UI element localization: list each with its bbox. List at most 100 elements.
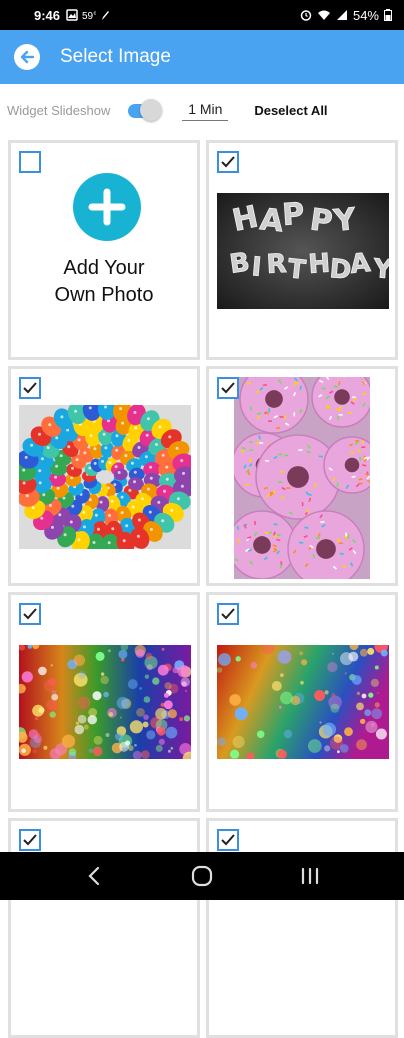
bokeh-dot (140, 750, 150, 759)
balloon-highlight (155, 443, 158, 446)
bokeh-dot (332, 652, 334, 655)
bokeh-dot (344, 727, 353, 737)
checkbox-checked[interactable] (217, 377, 239, 399)
arrow-left-icon (20, 50, 35, 64)
balloon-highlight (38, 432, 41, 436)
balloon-letter: H (307, 249, 331, 280)
bokeh-dot (340, 744, 349, 753)
image-cell-partial-1[interactable] (8, 818, 200, 1038)
image-cell-balloons[interactable] (8, 366, 200, 586)
bokeh-dot (78, 671, 86, 679)
bokeh-dot (177, 665, 190, 678)
bokeh-dot (331, 693, 336, 697)
bokeh-dot (367, 647, 375, 655)
donut-hole (316, 539, 336, 559)
add-photo-cell[interactable]: Add Your Own Photo (8, 140, 200, 360)
balloon-highlight (149, 528, 153, 531)
nav-recents-button[interactable] (290, 856, 330, 896)
balloon-highlight (51, 525, 54, 529)
bokeh-dot (34, 716, 39, 721)
image-cell-birthday[interactable]: HAPPYBIRTHDAY (206, 140, 398, 360)
checkbox-checked[interactable] (217, 603, 239, 625)
sprinkle (338, 413, 343, 416)
bokeh-dot (327, 662, 338, 673)
checkbox-checked[interactable] (19, 829, 41, 851)
checkbox-checked[interactable] (217, 151, 239, 173)
app-bar: Select Image (0, 30, 404, 84)
page-title: Select Image (60, 46, 171, 67)
bokeh-dot (119, 716, 122, 719)
balloon-highlight (144, 455, 148, 459)
balloon-highlight (110, 499, 114, 503)
balloon-highlight (133, 480, 136, 484)
add-photo-button[interactable] (73, 173, 141, 241)
bokeh-dot (163, 700, 173, 710)
balloon-highlight (31, 506, 35, 510)
nav-home-button[interactable] (182, 856, 222, 896)
balloon-highlight (104, 446, 108, 450)
balloon-highlight (40, 457, 44, 461)
battery-icon (384, 9, 392, 21)
bokeh-dot (51, 690, 57, 695)
bokeh-dot (116, 696, 129, 710)
nav-back-button[interactable] (74, 856, 114, 896)
deselect-all-button[interactable]: Deselect All (254, 103, 327, 118)
sprinkle (347, 412, 352, 414)
balloon-highlight (146, 417, 150, 421)
sprinkle (237, 538, 240, 543)
bokeh-dot (256, 730, 265, 739)
balloon-highlight (54, 475, 58, 479)
slideshow-toggle[interactable] (128, 99, 163, 121)
balloon-highlight (55, 436, 59, 440)
bokeh-dot (129, 720, 143, 734)
sprinkle (337, 415, 340, 420)
balloon-highlight (97, 527, 100, 531)
bokeh-dot (21, 671, 33, 683)
bokeh-dot (361, 693, 367, 699)
bokeh-dot (61, 734, 76, 748)
balloon-highlight (40, 516, 44, 520)
bokeh-dot (277, 650, 291, 664)
sprinkle (361, 446, 366, 448)
checkbox-checked[interactable] (19, 377, 41, 399)
balloon-highlight (136, 534, 140, 538)
interval-field[interactable]: 1 Min (182, 99, 229, 121)
balloon-letter: Y (372, 254, 389, 285)
balloon-highlight (140, 497, 144, 501)
balloon-highlight (75, 458, 79, 462)
bokeh-dot (374, 702, 380, 708)
bokeh-dot (32, 749, 38, 754)
bokeh-dot (144, 674, 150, 679)
donut-hole (334, 389, 350, 405)
image-cell-glitter-2[interactable] (206, 592, 398, 812)
bokeh-dot (139, 687, 143, 690)
donut-hole (287, 466, 309, 488)
back-button[interactable] (14, 44, 40, 70)
balloon-highlight (108, 461, 112, 465)
image-cell-glitter-1[interactable] (8, 592, 200, 812)
bokeh-dot (32, 704, 44, 717)
checkbox-checked[interactable] (19, 603, 41, 625)
checkmark-icon (221, 608, 235, 620)
balloon-highlight (120, 495, 124, 499)
balloon-highlight (38, 469, 42, 473)
sprinkle (279, 564, 282, 569)
bokeh-dot (92, 746, 103, 757)
bokeh-dot (125, 740, 131, 746)
checkbox-unchecked[interactable] (19, 151, 41, 173)
balloon-highlight (63, 533, 67, 537)
bokeh-dot (250, 661, 258, 669)
balloon-highlight (165, 465, 169, 469)
image-cell-partial-2[interactable] (206, 818, 398, 1038)
checkmark-icon (23, 382, 37, 394)
checkmark-icon (221, 156, 235, 168)
balloon-highlight (58, 513, 62, 517)
checkbox-checked[interactable] (217, 829, 239, 851)
battery-percent: 54% (352, 7, 379, 23)
bokeh-dot (73, 654, 86, 666)
balloon-highlight (48, 423, 52, 427)
image-cell-donuts[interactable] (206, 366, 398, 586)
pink-donuts-photo (234, 377, 370, 579)
bokeh-dot (344, 672, 347, 675)
balloon-highlight (133, 411, 137, 414)
